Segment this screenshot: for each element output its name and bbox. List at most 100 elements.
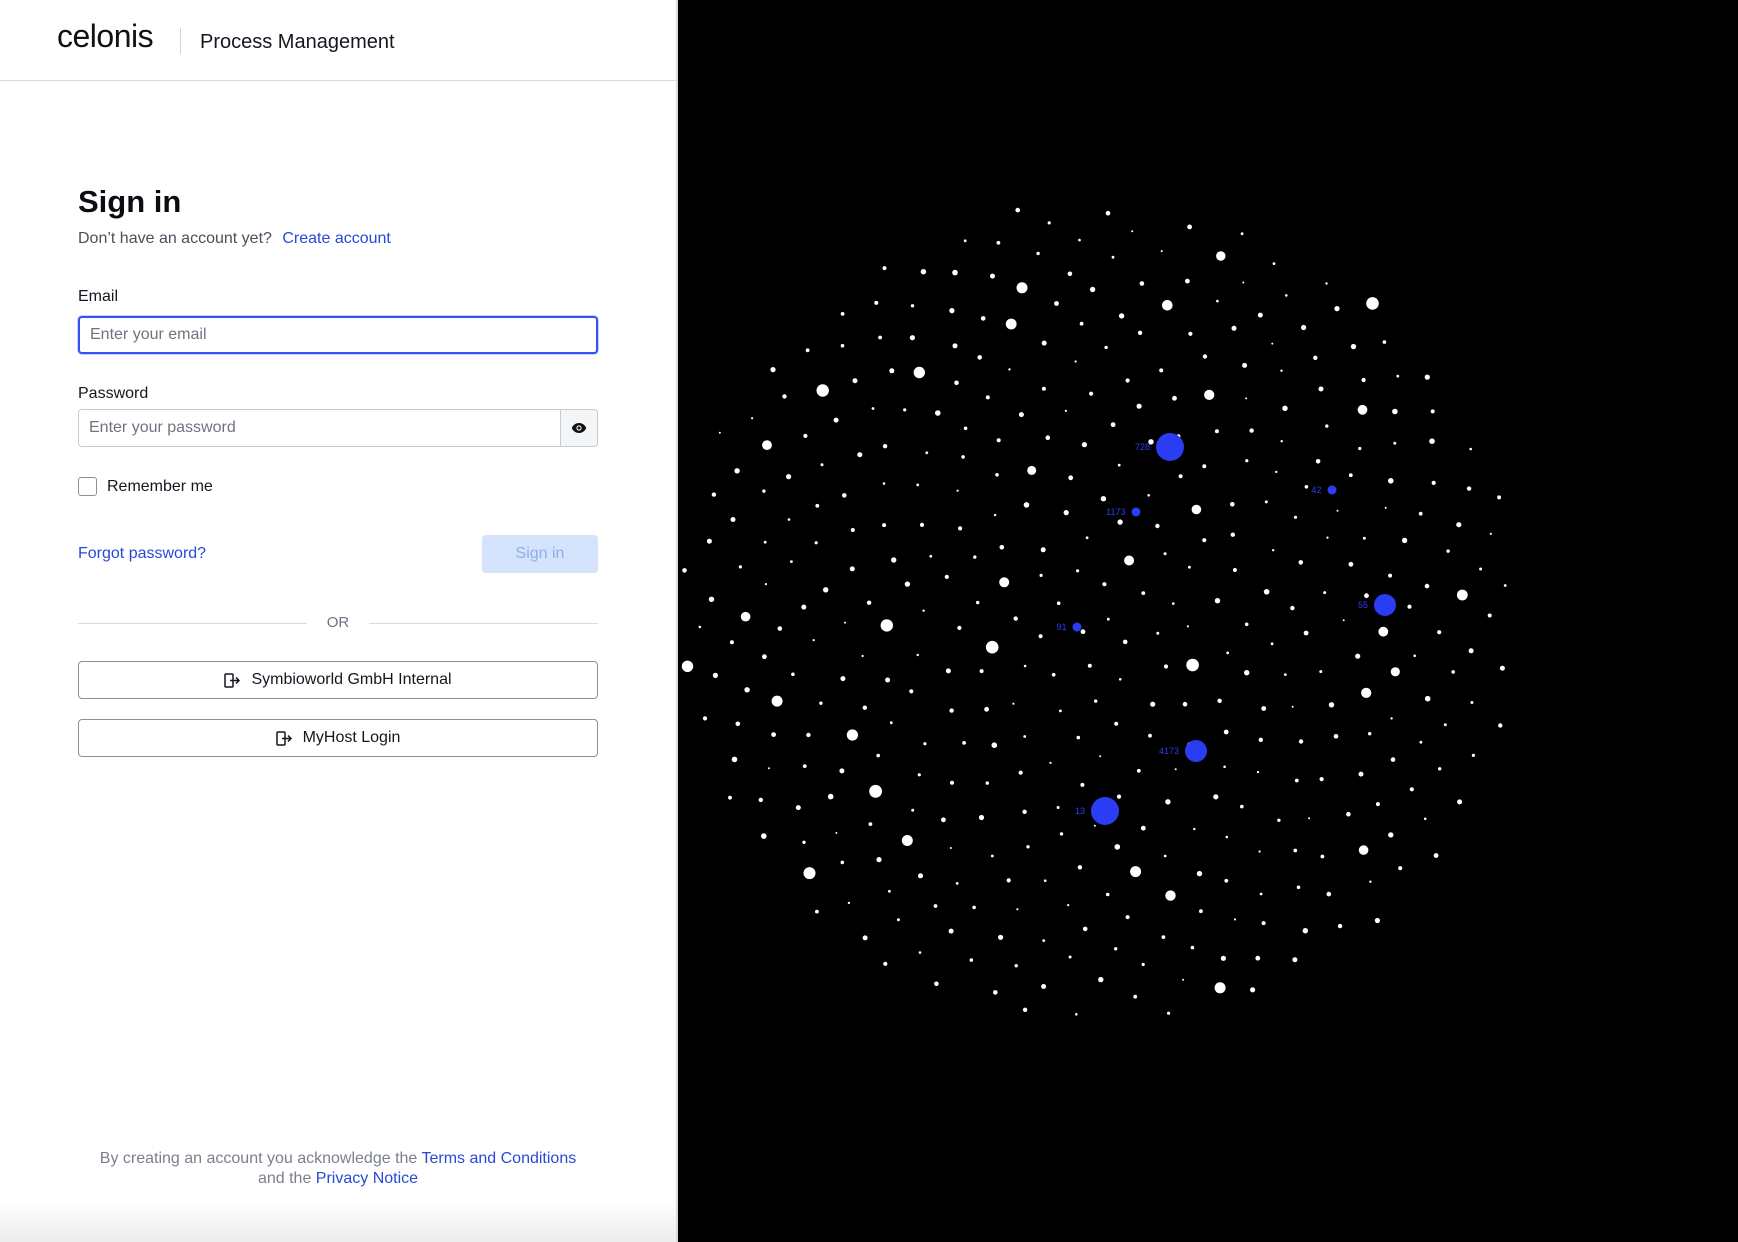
sphere-dot xyxy=(820,463,824,467)
sphere-dot xyxy=(833,417,839,423)
remember-me-checkbox[interactable] xyxy=(78,477,97,496)
highlight-node xyxy=(1327,485,1337,495)
sphere-dot xyxy=(1456,522,1462,528)
sphere-dot xyxy=(948,928,954,934)
password-input[interactable] xyxy=(78,409,561,447)
sphere-dot xyxy=(1105,210,1111,216)
sphere-dot xyxy=(847,901,851,905)
sphere-dot xyxy=(1106,617,1110,621)
sphere-dot xyxy=(1409,787,1414,792)
highlight-node-label: 1173 xyxy=(1106,507,1125,517)
sphere-dot xyxy=(1318,386,1324,392)
sphere-dot xyxy=(1131,230,1134,233)
sphere-dot xyxy=(1378,626,1389,637)
sphere-dot xyxy=(973,555,977,559)
sphere-dot xyxy=(1487,613,1492,618)
sphere-dot xyxy=(1277,818,1281,822)
login-icon xyxy=(275,730,292,746)
sphere-dot xyxy=(1110,422,1116,428)
sphere-dot xyxy=(1396,374,1400,378)
sphere-dot xyxy=(1361,687,1372,699)
sphere-dot xyxy=(761,833,767,839)
sphere-dot xyxy=(1272,262,1276,265)
sphere-dot xyxy=(844,621,846,624)
sphere-dot xyxy=(706,538,712,544)
sphere-dot xyxy=(945,668,951,674)
sphere-dot xyxy=(849,566,855,572)
sphere-dot xyxy=(1018,412,1024,418)
sphere-dot xyxy=(1130,866,1142,878)
sphere-dot xyxy=(1350,343,1357,350)
sphere-dot xyxy=(916,653,919,657)
sphere-dot xyxy=(1076,569,1080,573)
sphere-dot xyxy=(1424,695,1431,702)
sphere-dot xyxy=(1369,880,1372,883)
sphere-dot xyxy=(1355,653,1361,659)
sphere-dot xyxy=(1178,474,1183,479)
sphere-dot xyxy=(728,795,732,800)
sphere-dot xyxy=(1471,753,1475,758)
sphere-dot xyxy=(1451,670,1455,674)
sphere-dot xyxy=(1067,271,1073,277)
sphere-dot xyxy=(1290,605,1295,611)
forgot-password-link[interactable]: Forgot password? xyxy=(78,545,206,563)
sphere-dot xyxy=(1282,405,1288,411)
sphere-dot xyxy=(1336,509,1339,512)
sphere-dot xyxy=(1027,465,1037,475)
sphere-dot xyxy=(1468,648,1474,654)
sphere-dot xyxy=(909,335,915,341)
sphere-dot xyxy=(889,721,893,725)
sphere-dot xyxy=(985,395,990,400)
sphere-dot xyxy=(1006,878,1011,883)
sphere-dot xyxy=(1114,844,1121,850)
sso-button-symbioworld[interactable]: Symbioworld GmbH Internal xyxy=(78,661,598,699)
sphere-dot xyxy=(1063,509,1069,516)
sphere-dot xyxy=(1390,757,1396,762)
sphere-dot xyxy=(1325,282,1328,285)
sphere-dot xyxy=(1220,955,1226,961)
sphere-dot xyxy=(861,654,864,658)
sign-in-button[interactable]: Sign in xyxy=(482,535,598,573)
sphere-dot xyxy=(949,308,955,314)
sphere-dot xyxy=(1014,964,1018,968)
sphere-dot xyxy=(993,990,998,995)
sphere-dot xyxy=(1196,870,1203,877)
celonis-logo[interactable]: celonis xyxy=(57,18,154,55)
sphere-dot xyxy=(1245,397,1248,400)
or-divider: OR xyxy=(78,613,598,633)
show-password-button[interactable] xyxy=(560,409,598,447)
sphere-dot xyxy=(1136,768,1141,773)
sphere-dot xyxy=(708,596,715,602)
sphere-dot xyxy=(1125,915,1130,920)
sphere-dot xyxy=(999,577,1010,588)
sphere-dot xyxy=(1466,486,1472,491)
sphere-dot xyxy=(1298,560,1304,565)
sphere-dot xyxy=(1225,835,1229,839)
sphere-dot xyxy=(1499,665,1505,671)
remember-me[interactable]: Remember me xyxy=(78,477,213,496)
sphere-dot xyxy=(944,574,949,580)
sphere-dot xyxy=(1293,515,1298,519)
highlight-node-label: 13 xyxy=(1075,806,1085,816)
sphere-dot xyxy=(1217,698,1222,703)
sphere-dot xyxy=(1479,567,1483,571)
sphere-dot xyxy=(762,489,766,493)
sphere-dot xyxy=(1313,355,1318,360)
terms-link[interactable]: Terms and Conditions xyxy=(421,1150,576,1167)
sphere-dot xyxy=(1202,538,1207,543)
privacy-link[interactable]: Privacy Notice xyxy=(316,1170,418,1187)
sphere-dot xyxy=(1470,701,1474,704)
highlight-node xyxy=(1072,622,1082,632)
create-account-link[interactable]: Create account xyxy=(282,230,391,247)
sso-button-myhost[interactable]: MyHost Login xyxy=(78,719,598,757)
sphere-dot xyxy=(1244,670,1250,676)
sphere-dot xyxy=(1080,782,1085,787)
email-input[interactable] xyxy=(78,316,598,354)
highlight-node-label: 4173 xyxy=(1159,746,1179,756)
sphere-dot xyxy=(1433,853,1439,858)
sphere-dot xyxy=(1223,729,1229,735)
sphere-dot xyxy=(918,873,923,879)
sphere-dot xyxy=(771,732,776,737)
sphere-dot xyxy=(954,380,959,386)
sphere-dot xyxy=(1258,737,1263,742)
